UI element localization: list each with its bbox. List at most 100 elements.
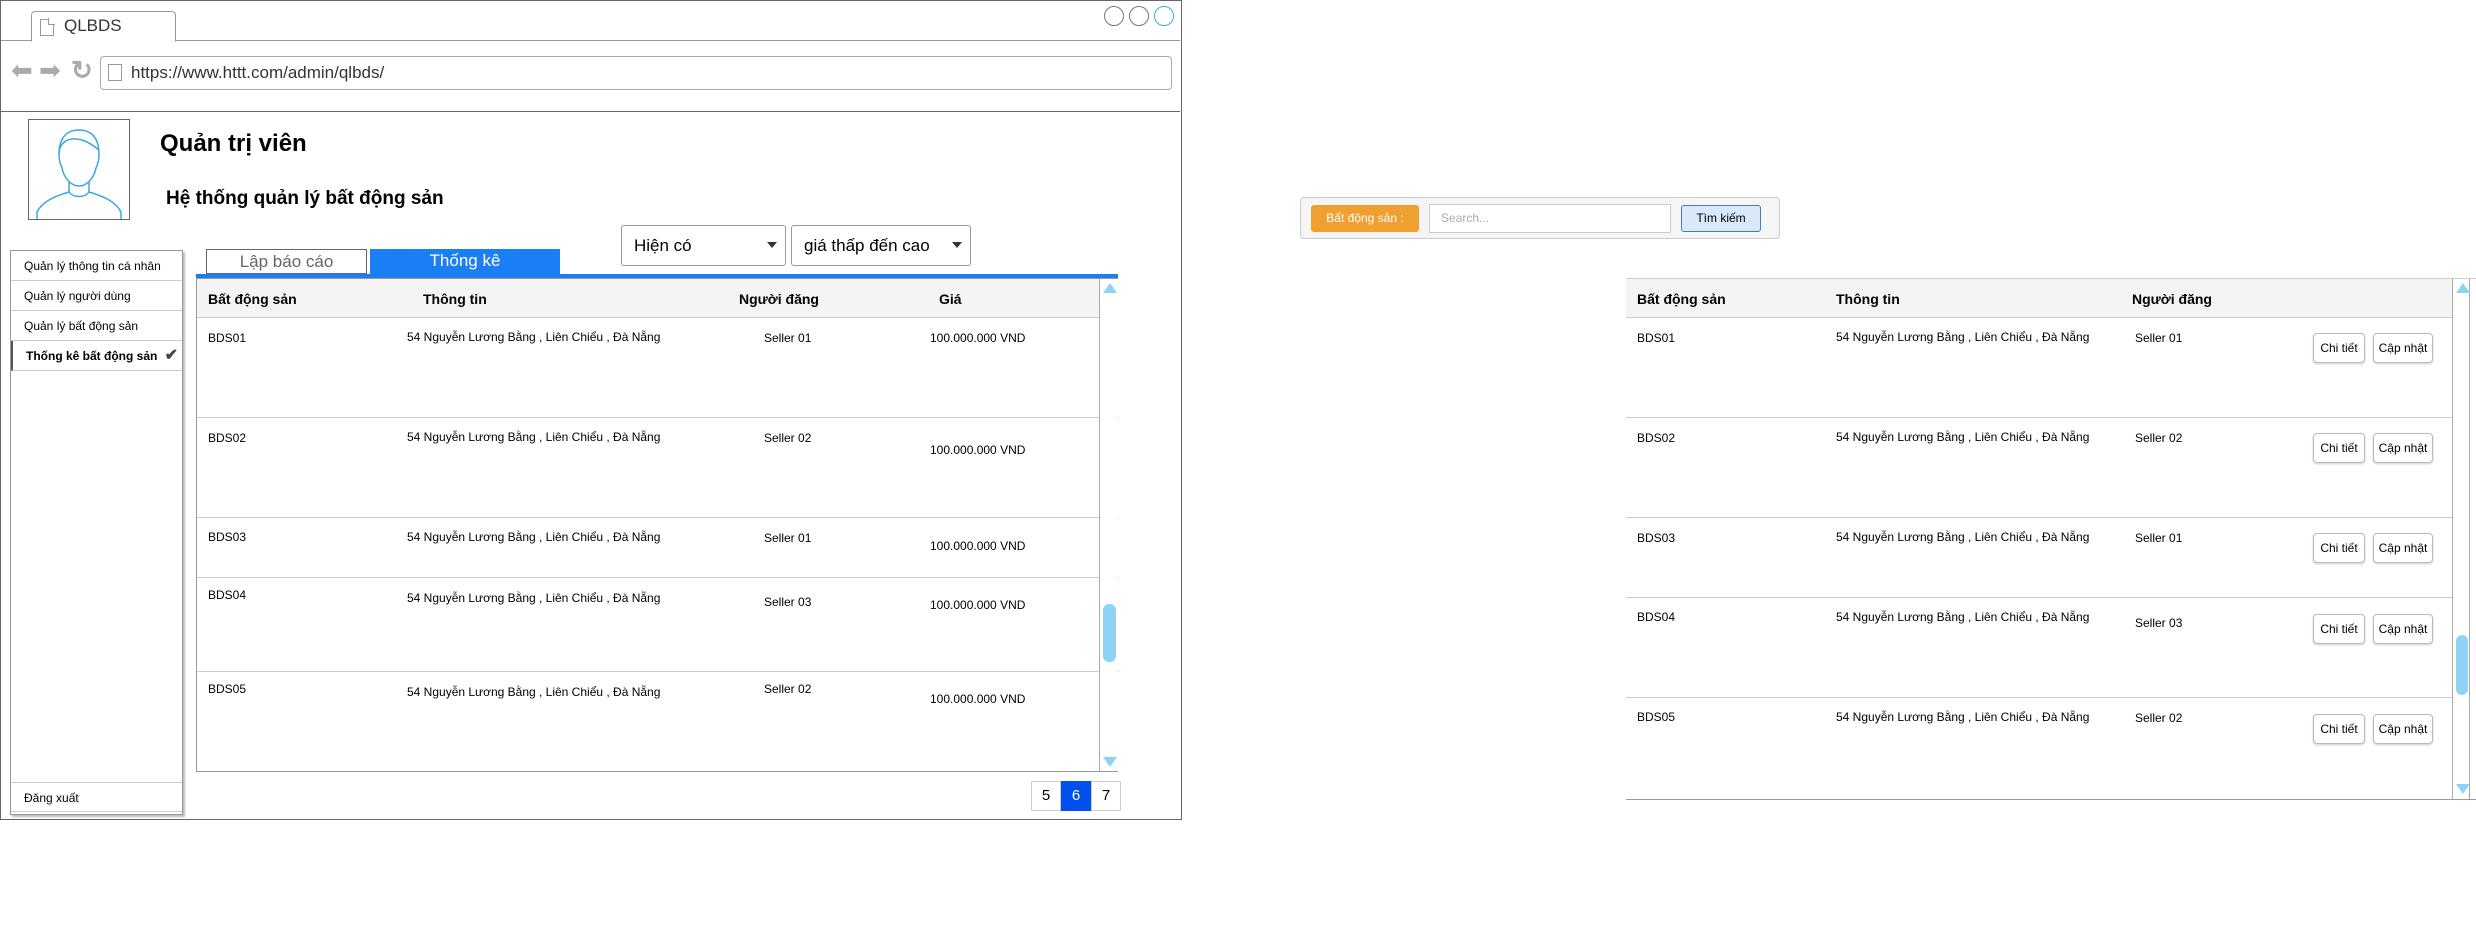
cell-id: BDS04: [1637, 610, 1676, 624]
scroll-down-icon[interactable]: [2456, 784, 2470, 794]
cell-info: 54 Nguyễn Lương Bằng , Liên Chiểu , Đà N…: [1836, 610, 2090, 624]
user-avatar-icon: [36, 129, 122, 219]
table-row[interactable]: BDS05 54 Nguyễn Lương Bằng , Liên Chiểu …: [197, 672, 1119, 771]
url-text: https://www.httt.com/admin/qlbds/: [131, 63, 385, 82]
scroll-thumb[interactable]: [2456, 635, 2468, 695]
sidebar-item-label: Quản lý thông tin cá nhân: [24, 259, 161, 273]
cell-seller: Seller 01: [2135, 331, 2183, 345]
page-7-button[interactable]: 7: [1091, 781, 1121, 811]
tab-strip: QLBDS: [1, 1, 1180, 42]
cell-info: 54 Nguyễn Lương Bằng , Liên Chiểu , Đà N…: [1836, 530, 2090, 544]
page-6-button[interactable]: 6: [1061, 781, 1091, 811]
header-property: Bất động sản: [1637, 291, 1726, 307]
detail-button[interactable]: Chi tiết: [2313, 533, 2365, 563]
page-title: Quản trị viên: [160, 130, 307, 157]
table-row[interactable]: BDS01 54 Nguyễn Lương Bằng , Liên Chiểu …: [197, 318, 1119, 418]
document-icon: [108, 64, 122, 81]
table-row[interactable]: BDS05 54 Nguyễn Lương Bằng , Liên Chiểu …: [1626, 698, 2452, 798]
sidebar-item-users[interactable]: Quản lý người dùng: [11, 281, 182, 311]
search-label: Bất động sản :: [1311, 205, 1419, 232]
cell-id: BDS01: [208, 331, 247, 345]
cell-seller: Seller 02: [764, 682, 812, 696]
browser-tab[interactable]: QLBDS: [31, 11, 176, 42]
cell-id: BDS04: [208, 588, 247, 602]
table-row[interactable]: BDS01 54 Nguyễn Lương Bằng , Liên Chiểu …: [1626, 318, 2452, 418]
address-bar[interactable]: https://www.httt.com/admin/qlbds/: [100, 56, 1172, 90]
sidebar-item-properties[interactable]: Quản lý bất động sản: [11, 311, 182, 341]
table-header: Bất động sản Thông tin Người đăng Giá: [197, 279, 1117, 318]
sort-dropdown[interactable]: giá thấp đến cao: [791, 225, 971, 266]
property-management-table: Bất động sản Thông tin Người đăng BDS01 …: [1626, 278, 2476, 800]
scroll-up-icon[interactable]: [1103, 283, 1117, 293]
scroll-up-icon[interactable]: [2456, 283, 2470, 293]
cell-price: 100.000.000 VND: [930, 539, 1026, 553]
cell-info: 54 Nguyễn Lương Bằng , Liên Chiểu , Đà N…: [1836, 710, 2090, 724]
tab-report[interactable]: Lập báo cáo: [206, 249, 367, 274]
detail-button[interactable]: Chi tiết: [2313, 614, 2365, 644]
table-scrollbar[interactable]: [2452, 279, 2470, 799]
cell-price: 100.000.000 VND: [930, 331, 1026, 345]
search-button[interactable]: Tìm kiếm: [1681, 205, 1761, 232]
table-row[interactable]: BDS02 54 Nguyễn Lương Bằng , Liên Chiểu …: [197, 418, 1119, 518]
update-button[interactable]: Cập nhật: [2373, 614, 2433, 644]
table-row[interactable]: BDS04 54 Nguyễn Lương Bằng , Liên Chiểu …: [1626, 598, 2452, 698]
cell-id: BDS02: [208, 431, 247, 445]
logout-button[interactable]: Đăng xuất: [11, 782, 182, 812]
minimize-button[interactable]: [1104, 6, 1124, 26]
logout-label: Đăng xuất: [24, 791, 79, 805]
sidebar-item-statistics[interactable]: Thống kê bất động sản ✔: [11, 341, 182, 371]
search-input[interactable]: Search...: [1429, 204, 1671, 233]
cell-id: BDS03: [1637, 531, 1676, 545]
cell-price: 100.000.000 VND: [930, 692, 1026, 706]
cell-seller: Seller 02: [2135, 431, 2183, 445]
header-price: Giá: [939, 291, 962, 307]
forward-arrow-icon[interactable]: ➡: [39, 55, 61, 85]
cell-info: 54 Nguyễn Lương Bằng , Liên Chiểu , Đà N…: [1836, 430, 2090, 444]
cell-seller: Seller 01: [764, 531, 812, 545]
cell-seller: Seller 01: [764, 331, 812, 345]
table-row[interactable]: BDS03 54 Nguyễn Lương Bằng , Liên Chiểu …: [197, 518, 1119, 578]
header-info: Thông tin: [1836, 291, 1900, 307]
table-row[interactable]: BDS02 54 Nguyễn Lương Bằng , Liên Chiểu …: [1626, 418, 2452, 518]
sidebar: Quản lý thông tin cá nhân Quản lý người …: [10, 250, 183, 815]
detail-button[interactable]: Chi tiết: [2313, 433, 2365, 463]
table-scrollbar[interactable]: [1099, 279, 1118, 771]
page-5-button[interactable]: 5: [1031, 781, 1061, 811]
detail-button[interactable]: Chi tiết: [2313, 333, 2365, 363]
header-poster: Người đăng: [739, 291, 819, 307]
back-arrow-icon[interactable]: ⬅: [11, 55, 33, 85]
table-row[interactable]: BDS03 54 Nguyễn Lương Bằng , Liên Chiểu …: [1626, 518, 2452, 598]
cell-id: BDS01: [1637, 331, 1676, 345]
cell-seller: Seller 03: [2135, 616, 2183, 630]
cell-id: BDS02: [1637, 431, 1676, 445]
cell-seller: Seller 03: [764, 595, 812, 609]
cell-seller: Seller 01: [2135, 531, 2183, 545]
cell-seller: Seller 02: [764, 431, 812, 445]
sort-dropdown-value: giá thấp đến cao: [804, 236, 930, 255]
update-button[interactable]: Cập nhật: [2373, 433, 2433, 463]
cell-info: 54 Nguyễn Lương Bằng , Liên Chiểu , Đà N…: [407, 591, 661, 605]
update-button[interactable]: Cập nhật: [2373, 533, 2433, 563]
sidebar-item-label: Quản lý người dùng: [24, 289, 131, 303]
scroll-down-icon[interactable]: [1103, 757, 1117, 767]
cell-seller: Seller 02: [2135, 711, 2183, 725]
detail-button[interactable]: Chi tiết: [2313, 714, 2365, 744]
refresh-icon[interactable]: ↻: [71, 55, 93, 85]
tab-statistics[interactable]: Thống kê: [370, 249, 560, 274]
sidebar-item-personal-info[interactable]: Quản lý thông tin cá nhân: [11, 251, 182, 281]
document-icon: [40, 18, 55, 36]
header-info: Thông tin: [423, 291, 487, 307]
sidebar-item-label: Quản lý bất động sản: [24, 319, 139, 333]
close-button[interactable]: [1154, 6, 1174, 26]
table-row[interactable]: BDS04 54 Nguyễn Lương Bằng , Liên Chiểu …: [197, 578, 1119, 672]
status-dropdown-value: Hiện có: [634, 236, 692, 255]
browser-window: QLBDS ⬅ ➡ ↻ https://www.httt.com/admin/q…: [0, 0, 1182, 820]
statistics-table: Bất động sản Thông tin Người đăng Giá BD…: [196, 278, 1119, 772]
cell-price: 100.000.000 VND: [930, 598, 1026, 612]
update-button[interactable]: Cập nhật: [2373, 714, 2433, 744]
sidebar-item-label: Thống kê bất động sản: [26, 349, 158, 363]
scroll-thumb[interactable]: [1103, 604, 1116, 662]
update-button[interactable]: Cập nhật: [2373, 333, 2433, 363]
maximize-button[interactable]: [1129, 6, 1149, 26]
status-dropdown[interactable]: Hiện có: [621, 225, 786, 266]
